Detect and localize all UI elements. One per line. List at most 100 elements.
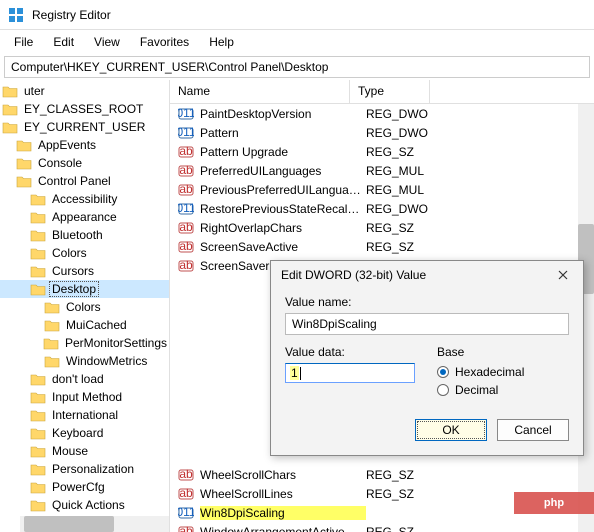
dialog-title-text: Edit DWORD (32-bit) Value — [281, 268, 426, 282]
watermark: php — [514, 492, 594, 514]
column-type[interactable]: Type — [350, 80, 430, 103]
tree-item[interactable]: EY_CURRENT_USER — [0, 118, 169, 136]
value-type-cell: REG_DWO — [366, 107, 446, 121]
string-icon: ab — [178, 467, 194, 483]
address-path: Computer\HKEY_CURRENT_USER\Control Panel… — [11, 60, 328, 74]
tree-item-label: Control Panel — [36, 174, 113, 188]
value-name-cell: ScreenSaveActive — [200, 240, 366, 254]
radio-icon — [437, 366, 449, 378]
dword-icon: 011 — [178, 125, 194, 141]
svg-text:ab: ab — [179, 182, 193, 196]
folder-icon — [30, 192, 46, 206]
dword-icon: 011 — [178, 505, 194, 521]
cancel-button[interactable]: Cancel — [497, 419, 569, 441]
list-row[interactable]: abWindowArrangementActiveREG_SZ — [170, 522, 594, 532]
menu-view[interactable]: View — [84, 32, 130, 52]
tree-item-label: WindowMetrics — [64, 354, 149, 368]
tree-item-label: Appearance — [50, 210, 119, 224]
tree-item-label: Personalization — [50, 462, 136, 476]
tree-item-label: EY_CLASSES_ROOT — [22, 102, 145, 116]
folder-icon — [44, 300, 60, 314]
value-type-cell: REG_SZ — [366, 145, 446, 159]
ok-button[interactable]: OK — [415, 419, 487, 441]
folder-icon — [30, 498, 46, 512]
value-name-field[interactable]: Win8DpiScaling — [285, 313, 569, 335]
svg-text:011: 011 — [178, 201, 194, 215]
value-data-label: Value data: — [285, 345, 417, 359]
address-bar[interactable]: Computer\HKEY_CURRENT_USER\Control Panel… — [4, 56, 590, 78]
value-type-cell: REG_SZ — [366, 221, 446, 235]
value-name-cell: WheelScrollChars — [200, 468, 366, 482]
folder-icon — [2, 120, 18, 134]
value-name-cell: Win8DpiScaling — [200, 506, 366, 520]
menu-edit[interactable]: Edit — [43, 32, 84, 52]
tree-item[interactable]: Personalization — [0, 460, 169, 478]
value-type-cell: REG_SZ — [366, 468, 446, 482]
folder-icon — [16, 156, 32, 170]
tree-item[interactable]: Keyboard — [0, 424, 169, 442]
tree-item[interactable]: Appearance — [0, 208, 169, 226]
tree-item[interactable]: Desktop — [0, 280, 169, 298]
folder-icon — [30, 372, 46, 386]
value-name-cell: PaintDesktopVersion — [200, 107, 366, 121]
dialog-titlebar[interactable]: Edit DWORD (32-bit) Value — [271, 261, 583, 289]
tree-item[interactable]: uter — [0, 82, 169, 100]
folder-icon — [30, 408, 46, 422]
svg-text:011: 011 — [178, 505, 194, 519]
tree-item-label: Accessibility — [50, 192, 119, 206]
tree-item[interactable]: Input Method — [0, 388, 169, 406]
tree-item[interactable]: PowerCfg — [0, 478, 169, 496]
column-name[interactable]: Name — [170, 80, 350, 103]
folder-icon — [2, 84, 18, 98]
list-row[interactable]: abRightOverlapCharsREG_SZ — [170, 218, 594, 237]
close-icon[interactable] — [553, 265, 573, 285]
list-row[interactable]: abPreviousPreferredUILanguagesREG_MUL — [170, 180, 594, 199]
tree-item[interactable]: Mouse — [0, 442, 169, 460]
value-name-cell: PreviousPreferredUILanguages — [200, 183, 366, 197]
value-type-cell: REG_DWO — [366, 202, 446, 216]
list-row[interactable]: 011PaintDesktopVersionREG_DWO — [170, 104, 594, 123]
tree-item[interactable]: Console — [0, 154, 169, 172]
menu-help[interactable]: Help — [199, 32, 244, 52]
tree-item[interactable]: don't load — [0, 370, 169, 388]
tree-item[interactable]: EY_CLASSES_ROOT — [0, 100, 169, 118]
list-row[interactable]: abPreferredUILanguagesREG_MUL — [170, 161, 594, 180]
tree-item[interactable]: Bluetooth — [0, 226, 169, 244]
string-icon: ab — [178, 258, 194, 274]
menu-favorites[interactable]: Favorites — [130, 32, 199, 52]
value-type-cell: REG_DWO — [366, 126, 446, 140]
tree-item-label: PerMonitorSettings — [63, 336, 169, 350]
folder-icon — [2, 102, 18, 116]
list-row[interactable]: abScreenSaveActiveREG_SZ — [170, 237, 594, 256]
tree-item[interactable]: Colors — [0, 244, 169, 262]
folder-icon — [16, 174, 32, 188]
tree-item-label: Mouse — [50, 444, 90, 458]
value-name-cell: RightOverlapChars — [200, 221, 366, 235]
tree-item[interactable]: Control Panel — [0, 172, 169, 190]
tree-item[interactable]: WindowMetrics — [0, 352, 169, 370]
list-row[interactable]: 011PatternREG_DWO — [170, 123, 594, 142]
value-name-cell: RestorePreviousStateRecalcBe... — [200, 202, 366, 216]
folder-icon — [30, 228, 46, 242]
tree-item[interactable]: International — [0, 406, 169, 424]
radio-hexadecimal[interactable]: Hexadecimal — [437, 365, 569, 379]
list-row[interactable]: ab WheelScrollCharsREG_SZ — [170, 465, 594, 484]
tree-item[interactable]: Accessibility — [0, 190, 169, 208]
menu-file[interactable]: File — [4, 32, 43, 52]
value-data-input[interactable]: 1 — [285, 363, 415, 383]
list-row[interactable]: 011 RestorePreviousStateRecalcBe...REG_DW… — [170, 199, 594, 218]
tree-item-label: AppEvents — [36, 138, 98, 152]
folder-icon — [44, 354, 60, 368]
string-icon: ab — [178, 239, 194, 255]
radio-decimal[interactable]: Decimal — [437, 383, 569, 397]
tree-item[interactable]: PerMonitorSettings — [0, 334, 169, 352]
tree-item[interactable]: Cursors — [0, 262, 169, 280]
tree-item[interactable]: Colors — [0, 298, 169, 316]
tree-item[interactable]: MuiCached — [0, 316, 169, 334]
regedit-icon — [8, 7, 24, 23]
tree-horizontal-scrollbar[interactable] — [20, 516, 169, 532]
folder-icon — [30, 210, 46, 224]
list-row[interactable]: abPattern UpgradeREG_SZ — [170, 142, 594, 161]
tree-item[interactable]: AppEvents — [0, 136, 169, 154]
tree-item[interactable]: Quick Actions — [0, 496, 169, 514]
